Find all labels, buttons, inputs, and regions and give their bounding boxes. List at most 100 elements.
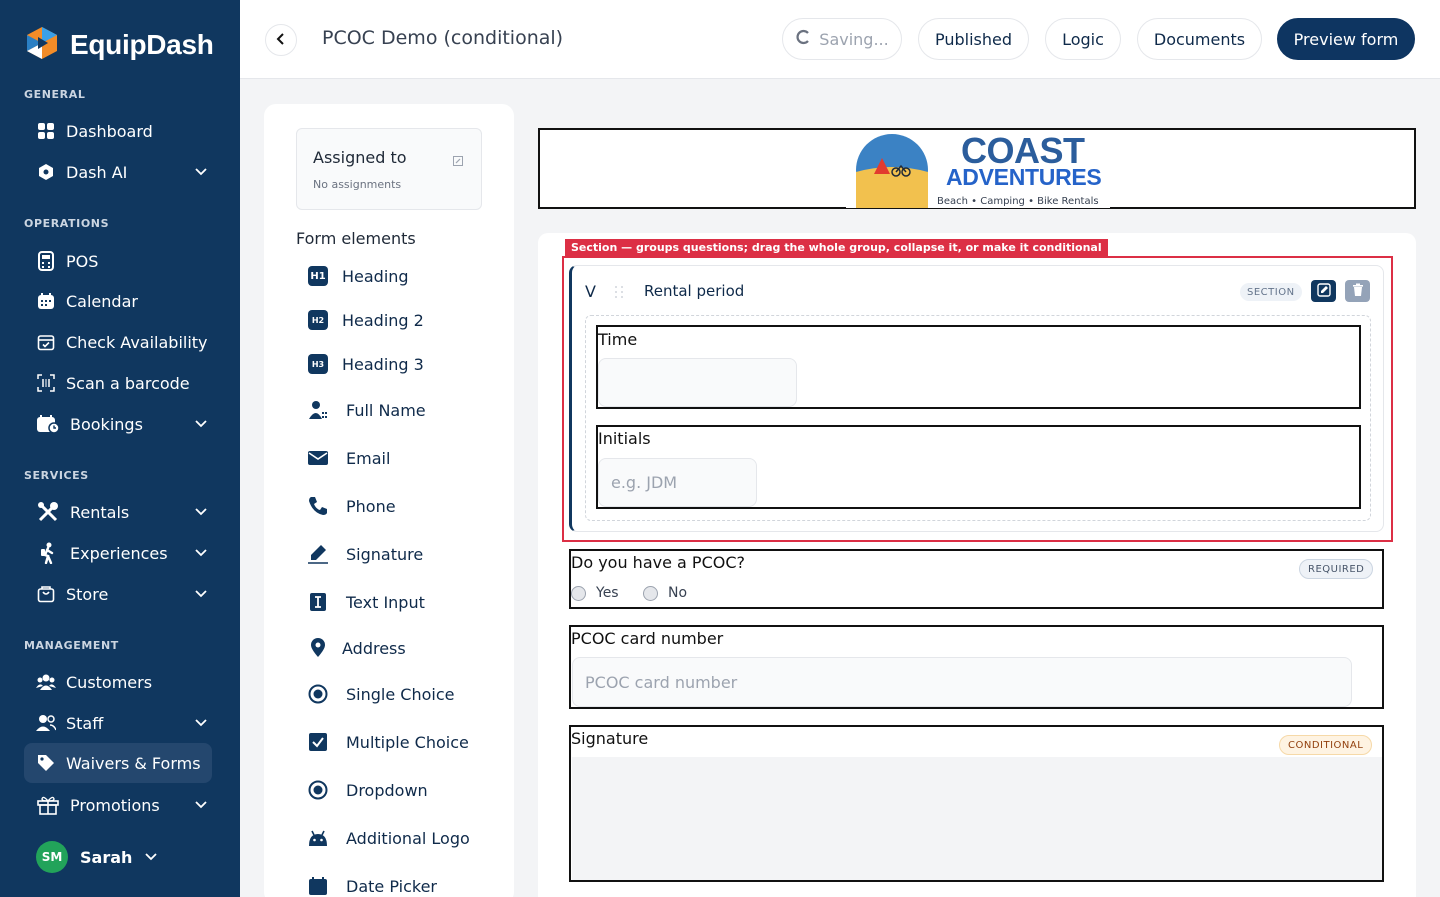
chevron-down-icon[interactable] bbox=[144, 848, 158, 867]
logo-tagline: Beach • Camping • Bike Rentals bbox=[937, 196, 1099, 207]
documents-button[interactable]: Documents bbox=[1137, 18, 1262, 60]
element-text-input[interactable]: Text Input bbox=[306, 590, 425, 614]
sidebar: EquipDash GENERAL Dashboard Dash AI OPER… bbox=[0, 0, 240, 897]
sidebar-item-calendar[interactable]: Calendar bbox=[24, 281, 212, 321]
element-label: Heading bbox=[342, 266, 409, 286]
radio-circle bbox=[571, 585, 586, 601]
element-heading-3[interactable]: H3 Heading 3 bbox=[306, 352, 424, 376]
initials-input[interactable]: e.g. JDM bbox=[598, 458, 757, 507]
published-button[interactable]: Published bbox=[918, 18, 1029, 60]
android-logo-icon bbox=[306, 826, 330, 850]
sidebar-item-customers[interactable]: Customers bbox=[24, 662, 212, 702]
assignments-subtitle: No assignments bbox=[313, 178, 402, 191]
element-heading[interactable]: H1 Heading bbox=[306, 264, 409, 288]
element-full-name[interactable]: Full Name bbox=[306, 398, 426, 422]
sidebar-item-rentals[interactable]: Rentals bbox=[24, 492, 212, 532]
element-email[interactable]: Email bbox=[306, 446, 390, 470]
edit-icon bbox=[1316, 282, 1331, 301]
sidebar-item-check-availability[interactable]: Check Availability bbox=[24, 322, 212, 362]
element-signature[interactable]: Signature bbox=[306, 542, 423, 566]
pcoc-card-number-input[interactable]: PCOC card number bbox=[572, 657, 1352, 707]
preview-form-button[interactable]: Preview form bbox=[1277, 18, 1415, 60]
radio-no[interactable]: No bbox=[643, 585, 687, 601]
saving-status-button[interactable]: Saving... bbox=[782, 18, 902, 60]
drag-handle-icon[interactable] bbox=[614, 284, 624, 298]
sidebar-item-label: Dashboard bbox=[66, 121, 153, 141]
logic-button[interactable]: Logic bbox=[1045, 18, 1121, 60]
brand-name: EquipDash bbox=[70, 29, 214, 60]
element-heading-2[interactable]: H2 Heading 2 bbox=[306, 308, 424, 332]
sidebar-item-experiences[interactable]: Experiences bbox=[24, 533, 212, 573]
chevron-down-icon[interactable] bbox=[194, 797, 208, 811]
chevron-down-icon[interactable] bbox=[194, 164, 208, 178]
sidebar-item-label: Store bbox=[66, 584, 109, 604]
ai-chip-icon bbox=[36, 162, 56, 182]
time-input[interactable] bbox=[598, 358, 797, 407]
edit-icon[interactable] bbox=[453, 151, 463, 166]
nav-group-operations: OPERATIONS bbox=[24, 217, 110, 230]
hiker-icon bbox=[36, 542, 60, 564]
back-button[interactable] bbox=[265, 24, 297, 56]
element-dropdown[interactable]: Dropdown bbox=[306, 778, 428, 802]
signature-pad[interactable] bbox=[572, 757, 1382, 880]
bookings-icon bbox=[36, 414, 60, 434]
chevron-down-icon[interactable] bbox=[194, 416, 208, 430]
sidebar-item-label: Promotions bbox=[70, 795, 160, 815]
chevron-down-icon[interactable] bbox=[194, 545, 208, 559]
user-menu[interactable]: SM Sarah bbox=[36, 841, 158, 873]
text-cursor-icon bbox=[306, 590, 330, 614]
section-title[interactable]: Rental period bbox=[644, 282, 744, 300]
element-single-choice[interactable]: Single Choice bbox=[306, 682, 454, 706]
delete-section-button[interactable] bbox=[1345, 280, 1370, 302]
sidebar-item-label: Dash AI bbox=[66, 162, 128, 182]
element-label: Dropdown bbox=[346, 780, 428, 800]
sidebar-item-scan-barcode[interactable]: Scan a barcode bbox=[24, 363, 212, 403]
sidebar-item-store[interactable]: Store bbox=[24, 574, 212, 614]
heading-3-icon: H3 bbox=[306, 352, 330, 376]
customers-icon bbox=[36, 672, 56, 692]
element-phone[interactable]: Phone bbox=[306, 494, 396, 518]
chevron-down-icon[interactable] bbox=[194, 504, 208, 518]
element-date-picker[interactable]: Date Picker bbox=[306, 874, 437, 897]
sidebar-item-label: Check Availability bbox=[66, 332, 208, 352]
sidebar-item-dashboard[interactable]: Dashboard bbox=[24, 111, 212, 151]
element-label: Full Name bbox=[346, 400, 426, 420]
element-address[interactable]: Address bbox=[306, 636, 406, 660]
chevron-left-icon bbox=[275, 31, 287, 50]
chevron-down-icon[interactable] bbox=[194, 715, 208, 729]
edit-section-button[interactable] bbox=[1311, 280, 1336, 302]
heading-3-badge: H3 bbox=[308, 354, 328, 374]
calendar-icon bbox=[306, 874, 330, 897]
shopping-bag-icon bbox=[36, 584, 56, 604]
calendar-icon bbox=[36, 291, 56, 311]
collapse-chevron-button[interactable]: V bbox=[585, 282, 596, 301]
saving-label: Saving... bbox=[819, 29, 889, 49]
form-logo-block[interactable]: COAST ADVENTURES Beach • Camping • Bike … bbox=[538, 128, 1416, 209]
nav-group-management: MANAGEMENT bbox=[24, 639, 119, 652]
section-badge: SECTION bbox=[1240, 283, 1302, 301]
sidebar-item-waivers-forms[interactable]: Waivers & Forms bbox=[24, 743, 212, 783]
required-badge: REQUIRED bbox=[1299, 559, 1374, 579]
sidebar-item-label: Scan a barcode bbox=[66, 373, 190, 393]
brand[interactable]: EquipDash bbox=[24, 25, 214, 65]
radio-yes[interactable]: Yes bbox=[571, 585, 619, 601]
radio-circle bbox=[643, 585, 658, 601]
sidebar-item-promotions[interactable]: Promotions bbox=[24, 785, 212, 825]
element-label: Address bbox=[342, 638, 406, 658]
person-icon bbox=[306, 398, 330, 422]
sidebar-item-bookings[interactable]: Bookings bbox=[24, 404, 212, 444]
tag-icon bbox=[36, 753, 56, 773]
assignments-card[interactable]: Assigned to No assignments bbox=[296, 128, 482, 210]
envelope-icon bbox=[306, 446, 330, 470]
element-multiple-choice[interactable]: Multiple Choice bbox=[306, 730, 469, 754]
sidebar-item-pos[interactable]: POS bbox=[24, 241, 212, 281]
element-label: Heading 3 bbox=[342, 354, 424, 374]
element-label: Signature bbox=[346, 544, 424, 564]
sidebar-item-staff[interactable]: Staff bbox=[24, 703, 212, 743]
heading-1-icon: H1 bbox=[306, 264, 330, 288]
element-label: Additional Logo bbox=[346, 828, 470, 848]
signature-pen-icon bbox=[306, 542, 330, 566]
chevron-down-icon[interactable] bbox=[194, 586, 208, 600]
sidebar-item-dash-ai[interactable]: Dash AI bbox=[24, 152, 212, 192]
element-additional-logo[interactable]: Additional Logo bbox=[306, 826, 470, 850]
